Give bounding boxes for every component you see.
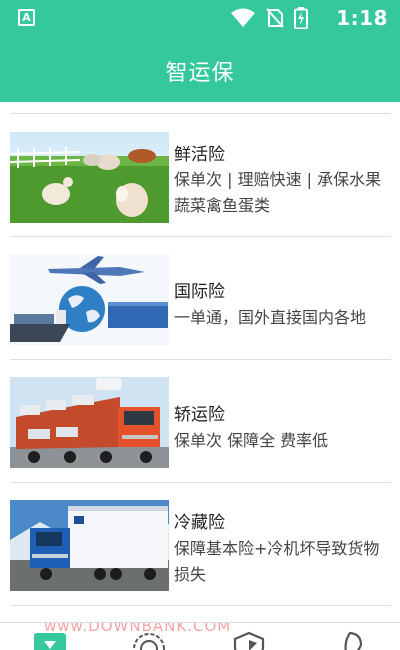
list-item-international-insurance[interactable]: 国际险 一单通，国外直接国内各地: [0, 237, 400, 357]
bottom-navigation: www.DOWNBANK.COM: [0, 622, 400, 650]
shield-tab-icon[interactable]: [231, 631, 267, 650]
page-title: 智运保: [165, 61, 235, 86]
list-item-description: 保单次 | 理赔快速 | 承保水果蔬菜禽鱼蛋类: [174, 170, 382, 215]
list-item-title: 国际险: [174, 282, 225, 302]
list-item-title: 冷藏险: [174, 513, 225, 533]
list-item-car-transport-insurance[interactable]: 轿运险 保单次 保障全 费率低: [0, 360, 400, 480]
list-divider: [10, 605, 391, 606]
list-item-title: 轿运险: [174, 405, 225, 425]
policy-tab-icon[interactable]: [131, 631, 167, 650]
list-item-description: 保障基本险+冷机坏导致货物损失: [174, 539, 380, 584]
accessibility-badge-icon: A: [18, 9, 35, 26]
insurance-list: 鲜活险 保单次 | 理赔快速 | 承保水果蔬菜禽鱼蛋类 国际险 一单通，国外直接…: [0, 102, 400, 622]
car-carrier-truck-image: [10, 377, 169, 468]
list-item-fresh-insurance[interactable]: 鲜活险 保单次 | 理赔快速 | 承保水果蔬菜禽鱼蛋类: [0, 114, 400, 234]
profile-tab-icon[interactable]: [333, 631, 369, 650]
global-logistics-image: [10, 254, 169, 345]
wifi-icon: [231, 8, 255, 27]
app-bar: 智运保: [0, 36, 400, 102]
no-sim-icon: [266, 8, 284, 28]
status-bar: A 1:18: [0, 0, 400, 36]
status-time: 1:18: [336, 6, 388, 30]
battery-charging-icon: [294, 7, 308, 29]
refrigerated-truck-image: [10, 500, 169, 591]
list-item-title: 鲜活险: [174, 145, 225, 165]
home-tab-icon[interactable]: [32, 631, 68, 650]
list-item-description: 一单通，国外直接国内各地: [174, 308, 367, 327]
list-item-description: 保单次 保障全 费率低: [174, 431, 329, 450]
list-item-refrigeration-insurance[interactable]: 冷藏险 保障基本险+冷机坏导致货物损失: [0, 483, 400, 603]
status-icons: [230, 7, 308, 29]
livestock-farm-image: [10, 132, 169, 223]
